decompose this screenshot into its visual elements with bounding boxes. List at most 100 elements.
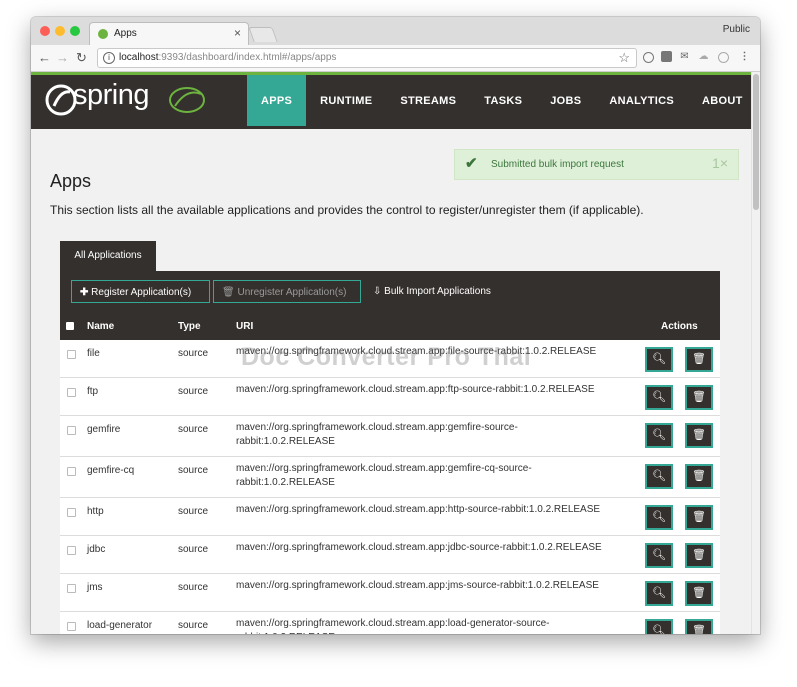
plus-icon: ✚ [80, 287, 92, 298]
browser-toolbar: ← → ↻ i localhost:9393/dashboard/index.h… [31, 45, 760, 72]
app-uri: maven://org.springframework.cloud.stream… [236, 580, 599, 591]
new-tab-button[interactable] [248, 27, 278, 42]
row-checkbox[interactable] [67, 350, 76, 359]
view-details-button[interactable]: 🔍︎ [645, 423, 673, 448]
search-icon: 🔍︎ [652, 625, 666, 634]
success-toast[interactable]: ✔ Submitted bulk import request 1× [454, 149, 739, 180]
page-viewport: spring APPS RUNTIME STREAMS TASKS JOBS A… [31, 72, 760, 634]
row-checkbox[interactable] [67, 622, 76, 631]
table-row: jms source maven://org.springframework.c… [60, 574, 720, 612]
forward-arrow-icon[interactable]: → [56, 50, 69, 65]
delete-button[interactable]: 🗑︎ [685, 423, 713, 448]
app-type: source [178, 582, 209, 593]
page-scrollbar[interactable] [751, 72, 760, 634]
zoom-window-button[interactable] [70, 26, 80, 36]
back-arrow-icon[interactable]: ← [38, 50, 51, 65]
app-name: file [87, 348, 100, 359]
nav-apps[interactable]: APPS [247, 75, 307, 126]
bulk-label: Bulk Import Applications [384, 286, 491, 297]
browser-window: Apps × Public ← → ↻ i localhost:9393/das… [31, 17, 760, 634]
menu-kebab-icon[interactable]: ⋮ [739, 51, 750, 62]
nav-streams[interactable]: STREAMS [386, 75, 470, 126]
app-uri: maven://org.springframework.cloud.stream… [236, 384, 595, 395]
view-details-button[interactable]: 🔍︎ [645, 581, 673, 606]
url-text: localhost:9393/dashboard/index.html#/app… [119, 52, 336, 63]
app-name: http [87, 506, 104, 517]
browser-tab[interactable]: Apps × [89, 22, 249, 46]
view-details-button[interactable]: 🔍︎ [645, 505, 673, 530]
toast-dismiss[interactable]: 1× [712, 155, 728, 171]
row-checkbox[interactable] [67, 467, 76, 476]
app-uri: maven://org.springframework.cloud.stream… [236, 504, 601, 515]
table-body: file source maven://org.springframework.… [60, 340, 720, 634]
minimize-window-button[interactable] [55, 26, 65, 36]
app-type: source [178, 465, 209, 476]
nav-about[interactable]: ABOUT [688, 75, 757, 126]
close-window-button[interactable] [40, 26, 50, 36]
app-name: gemfire [87, 424, 121, 435]
info-icon[interactable]: i [103, 52, 115, 64]
app-type: source [178, 544, 209, 555]
nav-analytics[interactable]: ANALYTICS [595, 75, 688, 126]
reload-icon[interactable]: ↻ [76, 50, 87, 66]
view-details-button[interactable]: 🔍︎ [645, 464, 673, 489]
delete-button[interactable]: 🗑︎ [685, 619, 713, 634]
app-type: source [178, 506, 209, 517]
row-checkbox[interactable] [67, 584, 76, 593]
table-row: gemfire source maven://org.springframewo… [60, 416, 720, 457]
app-name: jdbc [87, 544, 106, 555]
import-icon: ⇩ [373, 286, 385, 297]
extension-smiley-icon[interactable] [718, 52, 729, 63]
header-actions: Actions [661, 321, 698, 332]
trash-icon: 🗑︎ [692, 511, 706, 523]
view-details-button[interactable]: 🔍︎ [645, 385, 673, 410]
select-all-checkbox[interactable] [66, 322, 74, 330]
row-checkbox[interactable] [67, 508, 76, 517]
nav-jobs[interactable]: JOBS [536, 75, 595, 126]
delete-button[interactable]: 🗑︎ [685, 347, 713, 372]
scrollbar-thumb[interactable] [753, 74, 759, 210]
bookmark-star-icon[interactable]: ☆ [618, 50, 630, 66]
delete-button[interactable]: 🗑︎ [685, 505, 713, 530]
search-icon: 🔍︎ [652, 587, 666, 599]
tab-all-applications[interactable]: All Applications [60, 241, 156, 271]
search-icon: 🔍︎ [652, 429, 666, 441]
app-uri: maven://org.springframework.cloud.stream… [236, 542, 602, 553]
nav-tasks[interactable]: TASKS [470, 75, 536, 126]
delete-button[interactable]: 🗑︎ [685, 581, 713, 606]
header-uri[interactable]: URI [236, 321, 253, 332]
extension-cloud-icon[interactable]: ☁ [698, 51, 709, 62]
profile-label[interactable]: Public [723, 24, 750, 35]
app-name: load-generator [87, 620, 153, 631]
extension-square-icon[interactable] [661, 51, 672, 62]
header-name[interactable]: Name [87, 321, 114, 332]
unregister-application-button[interactable]: 🗑 Unregister Application(s) [213, 280, 361, 303]
delete-button[interactable]: 🗑︎ [685, 464, 713, 489]
delete-button[interactable]: 🗑︎ [685, 385, 713, 410]
search-icon: 🔍︎ [652, 391, 666, 403]
nav-runtime[interactable]: RUNTIME [306, 75, 386, 126]
view-details-button[interactable]: 🔍︎ [645, 347, 673, 372]
table-row: jdbc source maven://org.springframework.… [60, 536, 720, 574]
header-type[interactable]: Type [178, 321, 201, 332]
close-tab-icon[interactable]: × [234, 26, 241, 40]
delete-button[interactable]: 🗑︎ [685, 543, 713, 568]
trash-icon: 🗑︎ [692, 391, 706, 403]
row-checkbox[interactable] [67, 546, 76, 555]
address-bar[interactable]: i localhost:9393/dashboard/index.html#/a… [97, 48, 637, 68]
register-application-button[interactable]: ✚ Register Application(s) [71, 280, 210, 303]
app-type: source [178, 424, 209, 435]
row-checkbox[interactable] [67, 426, 76, 435]
search-icon: 🔍︎ [652, 549, 666, 561]
view-details-button[interactable]: 🔍︎ [645, 543, 673, 568]
tab-strip: Apps × Public [31, 17, 760, 46]
unregister-label: Unregister Application(s) [237, 287, 347, 298]
extension-mail-icon[interactable]: ✉ [679, 51, 690, 62]
extension-circle-icon[interactable] [643, 52, 654, 63]
row-checkbox[interactable] [67, 388, 76, 397]
watermark: Doc Converter Pro Thai [241, 343, 532, 371]
bulk-import-button[interactable]: ⇩ Bulk Import Applications [365, 280, 515, 303]
view-details-button[interactable]: 🔍︎ [645, 619, 673, 634]
table-row: http source maven://org.springframework.… [60, 498, 720, 536]
logo-wordmark: spring [73, 79, 150, 111]
